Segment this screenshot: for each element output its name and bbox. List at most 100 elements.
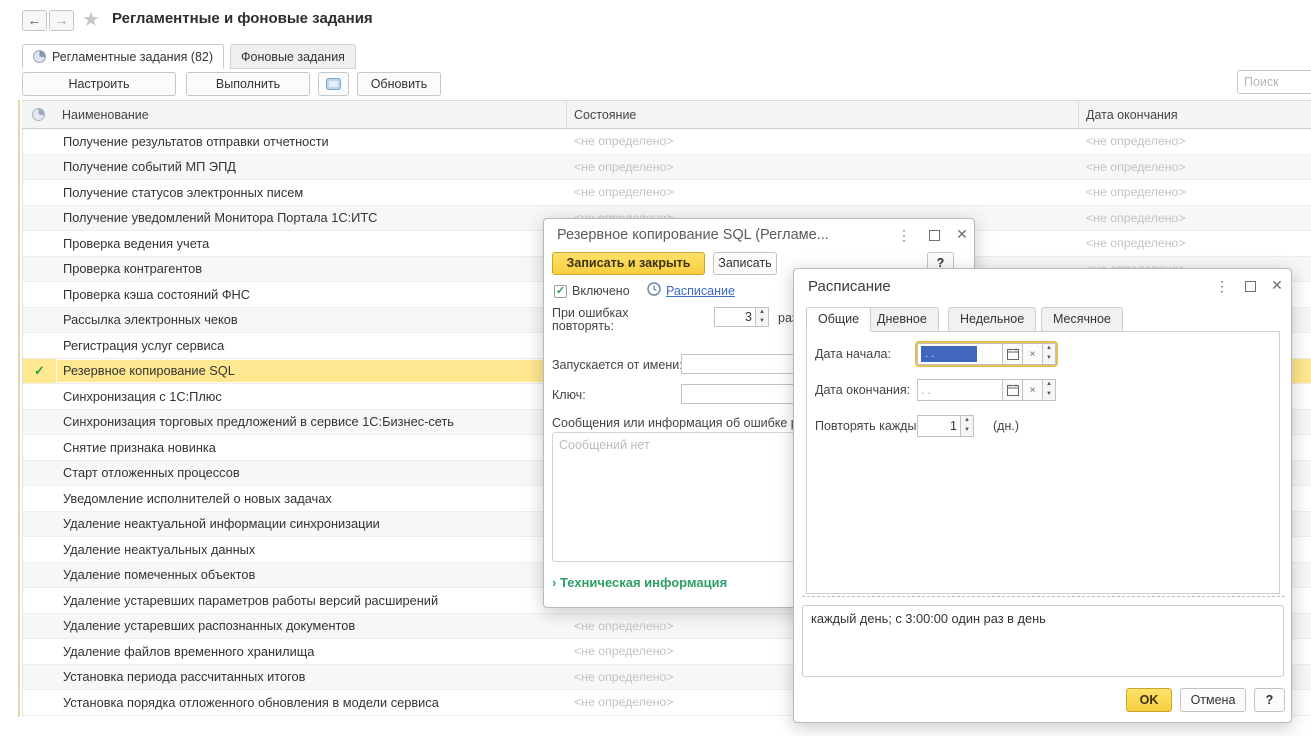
job-name-cell[interactable]: Получение статусов электронных писем [56,185,567,200]
tab-weekly[interactable]: Недельное [948,307,1036,332]
screen-icon-button[interactable] [318,72,349,96]
end-date-input[interactable]: . . [917,379,1003,401]
ok-button[interactable]: OK [1126,688,1172,712]
job-name-cell[interactable]: Рассылка электронных чеков [56,312,567,327]
spinner-down-icon[interactable]: ▼ [1043,390,1055,400]
job-state-cell[interactable]: <не определено> [567,160,1079,174]
table-row[interactable]: Получение статусов электронных писем<не … [23,180,1311,206]
tab-general[interactable]: Общие [806,307,871,332]
spinner-up-icon[interactable]: ▲ [756,308,768,317]
job-name-cell[interactable]: Удаление устаревших параметров работы ве… [56,593,567,608]
kebab-menu-icon[interactable]: ⋮ [896,228,912,242]
spinner[interactable]: ▲▼ [1043,343,1056,365]
technical-info-label: Техническая информация [560,575,727,590]
repeat-unit-label: (дн.) [993,419,1019,433]
tab-daily[interactable]: Дневное [865,307,939,332]
close-icon[interactable]: ✕ [954,227,970,241]
job-name-cell[interactable]: Уведомление исполнителей о новых задачах [56,491,567,506]
retry-count-stepper[interactable]: 3 ▲▼ [714,307,769,327]
job-enddate-cell[interactable]: <не определено> [1079,185,1311,199]
job-name-cell[interactable]: Удаление неактуальной информации синхрон… [56,516,567,531]
back-button[interactable]: ← [22,10,47,31]
job-name-cell[interactable]: Удаление помеченных объектов [56,567,567,582]
job-name-cell[interactable]: Удаление неактуальных данных [56,542,567,557]
maximize-icon[interactable] [1242,280,1258,294]
enabled-checkbox[interactable]: ✓ [554,285,567,298]
job-enddate-cell[interactable]: <не определено> [1079,211,1311,225]
job-name-cell[interactable]: Получение уведомлений Монитора Портала 1… [56,210,567,225]
search-input[interactable] [1237,70,1311,94]
job-state-cell[interactable]: <не определено> [567,185,1079,199]
left-accent-strip [18,100,20,717]
cancel-button[interactable]: Отмена [1180,688,1246,712]
job-name-cell[interactable]: Установка порядка отложенного обновления… [56,695,567,710]
job-name-cell[interactable]: Проверка кэша состояний ФНС [56,287,567,302]
favorite-star-icon[interactable]: ★ [82,7,100,32]
repeat-every-input[interactable]: 1 [917,415,961,437]
spinner-up-icon[interactable]: ▲ [1043,380,1055,390]
tab-background-jobs[interactable]: Фоновые задания [230,44,356,69]
chevron-right-icon: › [552,575,556,590]
job-name-cell[interactable]: Регистрация услуг сервиса [56,338,567,353]
spinner-up-icon[interactable]: ▲ [961,416,973,426]
calendar-icon[interactable] [1003,379,1023,401]
table-row[interactable]: Получение событий МП ЭПД<не определено><… [23,155,1311,181]
job-name-cell[interactable]: Установка периода рассчитанных итогов [56,669,567,684]
technical-info-link[interactable]: › Техническая информация [552,575,727,590]
spinner[interactable]: ▲▼ [961,415,974,437]
tab-monthly[interactable]: Месячное [1041,307,1123,332]
spinner-down-icon[interactable]: ▼ [756,317,768,326]
clear-icon[interactable]: × [1023,379,1043,401]
retry-count-input[interactable]: 3 [714,307,756,327]
configure-schedule-button[interactable]: Настроить расписание... [22,72,176,96]
column-enddate-header[interactable]: Дата окончания [1078,101,1311,128]
start-date-input[interactable]: . . [917,343,1003,365]
job-enddate-cell[interactable]: <не определено> [1079,160,1311,174]
job-name-cell[interactable]: Получение результатов отправки отчетност… [56,134,567,149]
job-enddate-cell[interactable]: <не определено> [1079,134,1311,148]
start-date-field[interactable]: . . × ▲▼ [917,343,1056,365]
job-name-cell[interactable]: Проверка ведения учета [56,236,567,251]
help-button[interactable]: ? [1254,688,1285,712]
close-icon[interactable]: ✕ [1269,278,1285,292]
job-name-cell[interactable]: Получение событий МП ЭПД [56,159,567,174]
job-name-cell[interactable]: Резервное копирование SQL [56,359,567,384]
column-icon-header[interactable] [22,101,55,128]
spinner-up-icon[interactable]: ▲ [1043,344,1055,354]
job-name-cell[interactable]: Синхронизация торговых предложений в сер… [56,414,567,429]
tab-background-jobs-label: Фоновые задания [241,50,345,64]
column-name-header[interactable]: Наименование [55,101,566,128]
clear-icon[interactable]: × [1023,343,1043,365]
save-close-button[interactable]: Записать и закрыть [552,252,705,275]
job-name-cell[interactable]: Снятие признака новинка [56,440,567,455]
end-date-field[interactable]: . . × ▲▼ [917,379,1056,401]
table-row[interactable]: Получение результатов отправки отчетност… [23,129,1311,155]
job-name-cell[interactable]: Синхронизация с 1С:Плюс [56,389,567,404]
spinner-down-icon[interactable]: ▼ [1043,354,1055,364]
page-title: Регламентные и фоновые задания [112,10,373,27]
run-now-button[interactable]: Выполнить сейчас [186,72,310,96]
repeat-every-stepper[interactable]: 1 ▲▼ [917,415,974,437]
spinner-down-icon[interactable]: ▼ [961,426,973,436]
job-name-cell[interactable]: Старт отложенных процессов [56,465,567,480]
job-name-cell[interactable]: Проверка контрагентов [56,261,567,276]
kebab-menu-icon[interactable]: ⋮ [1214,279,1230,293]
spinner[interactable]: ▲▼ [1043,379,1056,401]
clock-icon [647,282,661,296]
spinner[interactable]: ▲▼ [756,307,769,327]
save-button[interactable]: Записать [713,252,777,275]
column-state-header[interactable]: Состояние [566,101,1078,128]
schedule-link[interactable]: Расписание [666,284,735,298]
job-name-cell[interactable]: Удаление файлов временного хранилища [56,644,567,659]
forward-button[interactable]: → [49,10,74,31]
refresh-button[interactable]: Обновить [357,72,441,96]
maximize-icon[interactable] [926,229,942,243]
job-state-cell[interactable]: <не определено> [567,134,1079,148]
job-name-cell[interactable]: Удаление устаревших распознанных докумен… [56,618,567,633]
calendar-icon[interactable] [1003,343,1023,365]
enabled-label: Включено [572,284,630,298]
tab-scheduled-jobs[interactable]: Регламентные задания (82) [22,44,224,69]
selected-check-icon: ✓ [23,363,56,379]
general-tab-panel: Дата начала: . . × ▲▼ Дата окончания: . … [806,331,1280,594]
job-enddate-cell[interactable]: <не определено> [1079,236,1311,250]
